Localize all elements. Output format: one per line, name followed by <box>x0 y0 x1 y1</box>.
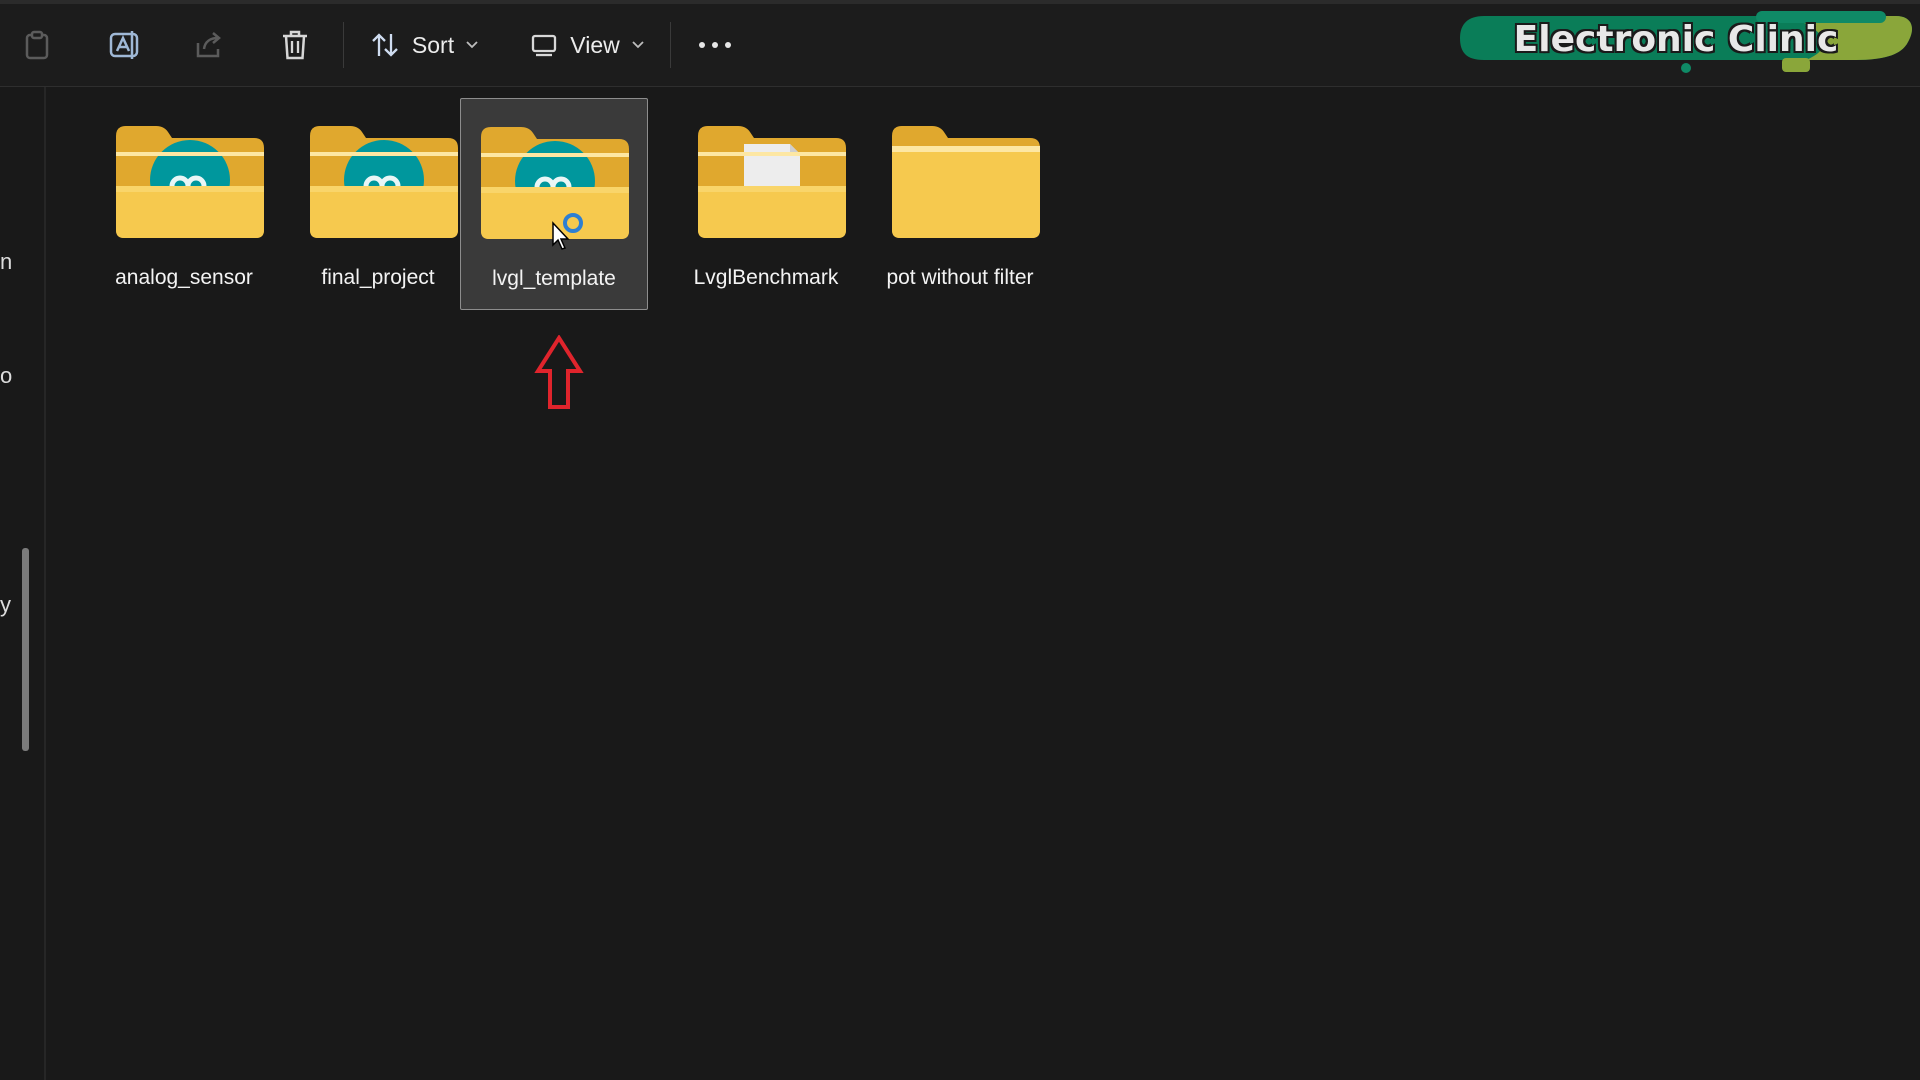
share-button[interactable] <box>189 22 229 68</box>
file-name: lvgl_template <box>492 267 616 290</box>
chevron-down-icon <box>632 41 644 49</box>
more-icon <box>698 41 732 49</box>
view-button[interactable]: View <box>528 22 646 68</box>
folder-tile[interactable]: LvglBenchmark <box>673 98 859 308</box>
nav-item-fragment[interactable]: n <box>0 249 12 275</box>
annotation-arrow-up-icon <box>534 334 584 411</box>
more-options-button[interactable] <box>692 22 738 68</box>
rename-button[interactable] <box>104 22 144 68</box>
empty-folder-icon <box>890 122 1042 240</box>
sort-label: Sort <box>411 31 455 58</box>
sort-button[interactable]: Sort <box>368 22 480 68</box>
file-view: analog_sensor final_project lvgl_templat… <box>46 87 1920 1080</box>
copy-button[interactable] <box>18 22 58 68</box>
view-label: View <box>570 31 620 58</box>
mouse-pointer-icon <box>551 221 571 251</box>
folder-tile[interactable]: pot without filter <box>867 98 1053 308</box>
sort-icon <box>370 31 400 59</box>
share-icon <box>193 29 225 61</box>
rename-icon <box>108 29 140 61</box>
document-folder-icon <box>696 122 848 240</box>
toolbar-divider <box>343 22 344 68</box>
file-name: pot without filter <box>886 266 1034 289</box>
delete-icon <box>280 29 310 61</box>
file-name: analog_sensor <box>115 266 253 289</box>
nav-scrollbar-thumb[interactable] <box>22 548 29 751</box>
channel-watermark: Electronic Clinic <box>1456 8 1916 78</box>
folder-tile-selected[interactable]: lvgl_template <box>460 98 648 310</box>
arduino-folder-icon <box>114 122 266 240</box>
view-icon <box>530 32 558 58</box>
nav-item-fragment[interactable]: o <box>0 363 12 389</box>
copy-icon <box>24 29 52 61</box>
toolbar-divider <box>670 22 671 68</box>
watermark-text: Electronic Clinic <box>1513 19 1839 60</box>
nav-item-fragment[interactable]: y <box>0 592 11 618</box>
file-name: LvglBenchmark <box>693 266 839 289</box>
chevron-down-icon <box>466 41 478 49</box>
folder-tile[interactable]: final_project <box>285 98 471 308</box>
delete-button[interactable] <box>275 22 315 68</box>
arduino-folder-icon <box>308 122 460 240</box>
folder-tile[interactable]: analog_sensor <box>91 98 277 308</box>
